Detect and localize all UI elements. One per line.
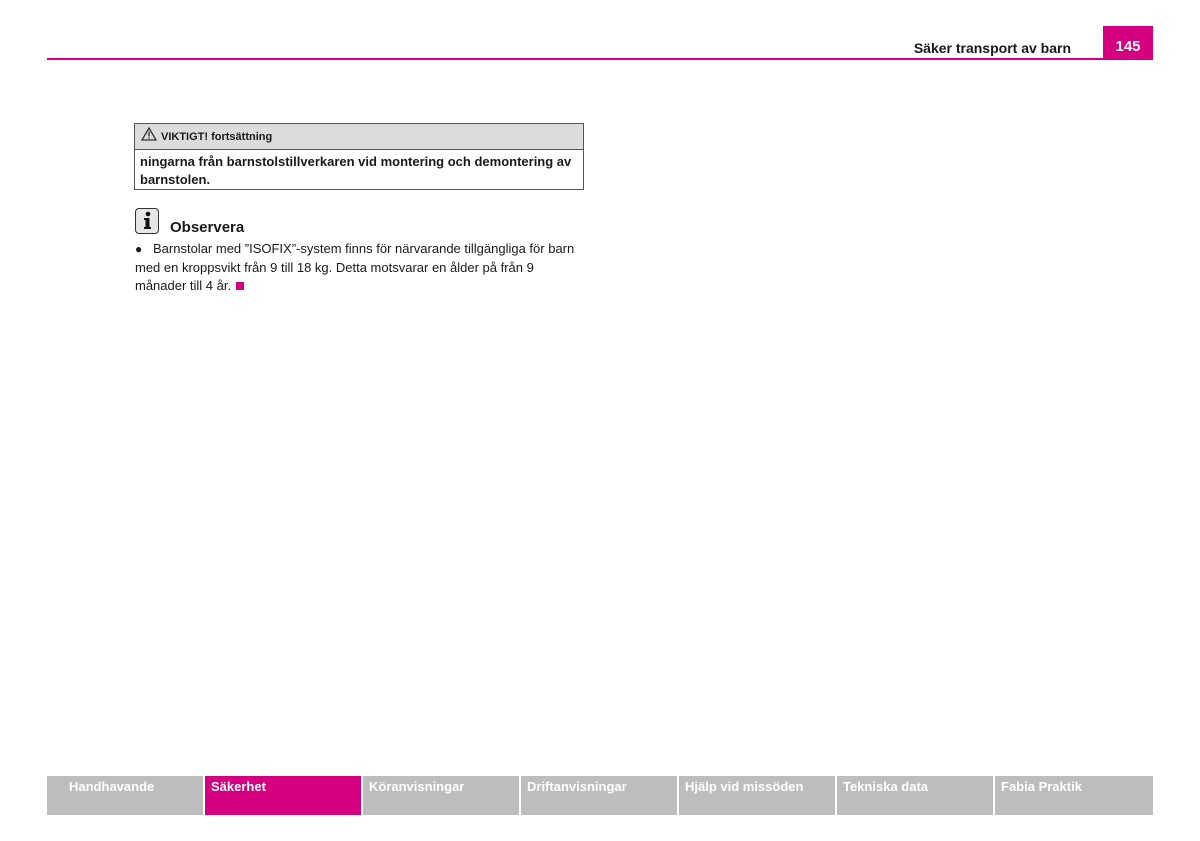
note-text: ● Barnstolar med ”ISOFIX”-system finns fö…: [135, 240, 585, 296]
nav-tab-koranvisningar[interactable]: Köranvisningar: [363, 776, 519, 815]
warning-heading: VIKTIGT! fortsättning: [135, 124, 583, 150]
warning-heading-label: VIKTIGT! fortsättning: [161, 130, 273, 143]
nav-tab-handhavande[interactable]: Handhavande: [47, 776, 203, 815]
header-rule: [47, 58, 1153, 60]
warning-triangle-icon: [140, 126, 158, 146]
info-icon: [135, 208, 159, 234]
note-body: Barnstolar med ”ISOFIX”-system finns för…: [135, 241, 575, 293]
nav-tab-tekniska-data[interactable]: Tekniska data: [837, 776, 993, 815]
nav-tab-hjalp-vid-missoden[interactable]: Hjälp vid missöden: [679, 776, 835, 815]
bullet-icon: ●: [135, 242, 143, 256]
section-title: Säker transport av barn: [913, 40, 1071, 56]
warning-box: VIKTIGT! fortsättning ningarna från barn…: [134, 123, 584, 190]
warning-body: ningarna från barnstolstillverkaren vid …: [140, 154, 572, 187]
nav-tab-fabia-praktik[interactable]: Fabia Praktik: [995, 776, 1153, 815]
nav-tab-sakerhet[interactable]: Säkerhet: [205, 776, 361, 815]
end-square-icon: [236, 282, 245, 290]
footer-nav: Handhavande Säkerhet Köranvisningar Drif…: [47, 776, 1153, 815]
note-title: Observera: [170, 219, 245, 236]
page-number: 145: [1103, 26, 1153, 60]
nav-tab-driftanvisningar[interactable]: Driftanvisningar: [521, 776, 677, 815]
